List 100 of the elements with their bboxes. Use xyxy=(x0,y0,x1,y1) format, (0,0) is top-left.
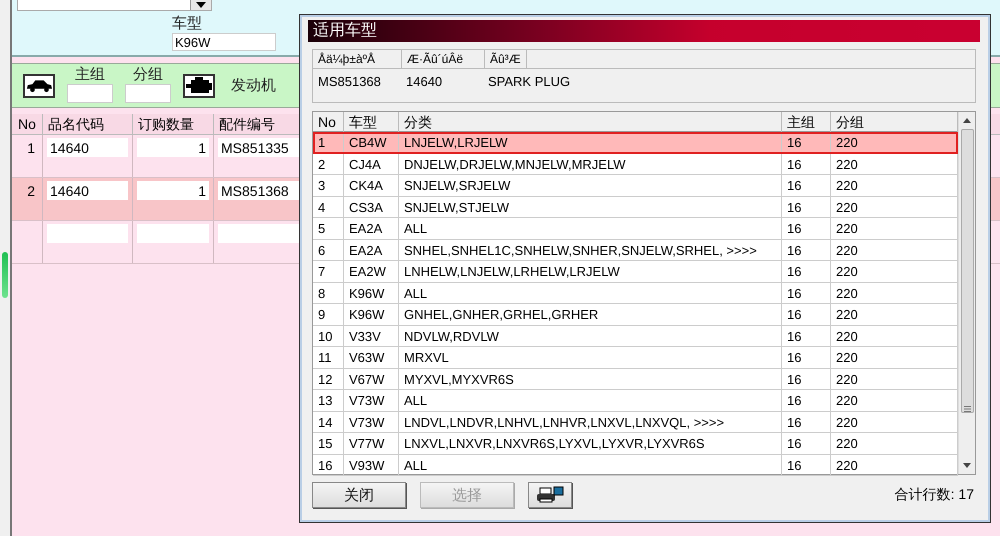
table-cell: 9 xyxy=(313,304,344,324)
table-cell: 16 xyxy=(782,154,831,174)
table-cell: 2 xyxy=(313,154,344,174)
table-cell: 16 xyxy=(782,454,831,475)
model-row[interactable]: 16 V93W ALL 16 220 xyxy=(313,454,958,476)
table-cell: DNJELW,DRJELW,MNJELW,MRJELW xyxy=(399,154,782,174)
model-row[interactable]: 1 CB4W LNJELW,LRJELW 16 220 xyxy=(313,132,958,154)
item-code-field[interactable] xyxy=(47,224,128,243)
model-row[interactable]: 11 V63W MRXVL 16 220 xyxy=(313,347,958,368)
table-cell: 16 xyxy=(782,196,831,217)
sub-group-label: 分组 xyxy=(133,64,163,84)
part-number-field[interactable]: MS851368 xyxy=(218,181,299,200)
table-cell: SNJELW,STJELW xyxy=(399,196,782,217)
model-row[interactable]: 6 EA2A SNHEL,SNHEL1C,SNHELW,SNHER,SNJELW,SRHEL, >>>> 16 220 xyxy=(313,240,958,261)
part-number-field[interactable]: MS851335 xyxy=(218,138,299,157)
table-cell: 13 xyxy=(313,390,344,410)
model-row[interactable]: 12 V67W MYXVL,MYXVR6S 16 220 xyxy=(313,368,958,390)
table-cell: 11 xyxy=(313,347,344,368)
model-row[interactable]: 3 CK4A SNJELW,SRJELW 16 220 xyxy=(313,175,958,196)
vehicle-model-label: 车型 xyxy=(172,14,203,33)
table-cell: 16 xyxy=(782,132,831,152)
table-cell: CS3A xyxy=(344,196,399,217)
row-number: 1 xyxy=(12,135,43,177)
table-cell: K96W xyxy=(344,304,399,324)
engine-icon-button[interactable] xyxy=(183,74,215,98)
dropdown-field[interactable] xyxy=(17,0,212,11)
table-cell: K96W xyxy=(344,282,399,303)
table-cell: 6 xyxy=(313,240,344,260)
column-header: No xyxy=(12,114,43,134)
scroll-up-icon[interactable] xyxy=(963,118,971,123)
table-cell: V77W xyxy=(344,433,399,454)
engine-label: 发动机 xyxy=(231,76,276,95)
model-row[interactable]: 9 K96W GNHEL,GNHER,GRHEL,GRHER 16 220 xyxy=(313,304,958,326)
table-cell: CB4W xyxy=(344,132,399,152)
scroll-down-icon[interactable] xyxy=(963,463,971,468)
model-row[interactable]: 10 V33V NDVLW,RDVLW 16 220 xyxy=(313,326,958,347)
sub-group-field[interactable] xyxy=(125,84,171,102)
main-group-label: 主组 xyxy=(75,64,105,84)
quantity-field[interactable]: 1 xyxy=(137,181,209,200)
item-code-field[interactable]: 14640 xyxy=(47,181,128,200)
quantity-field[interactable] xyxy=(137,224,209,243)
column-header: 品名代码 xyxy=(43,114,133,134)
table-cell: SNHEL,SNHEL1C,SNHELW,SNHER,SNJELW,SRHEL, >>>> xyxy=(399,240,782,260)
print-button[interactable] xyxy=(528,482,572,508)
table-cell: EA2W xyxy=(344,261,399,282)
table-cell: LNDVL,LNDVR,LNHVL,LNHVR,LNXVL,LNXVQL, >>>> xyxy=(399,412,782,432)
table-cell: 8 xyxy=(313,282,344,303)
total-rows-count: 合计行数: 17 xyxy=(894,486,974,504)
model-row[interactable]: 7 EA2W LNHELW,LNJELW,LRHELW,LRJELW 16 220 xyxy=(313,261,958,282)
table-cell: 16 xyxy=(782,282,831,303)
table-cell: 16 xyxy=(313,454,344,475)
dialog-title: 适用车型 xyxy=(313,22,377,39)
table-cell: 16 xyxy=(782,175,831,196)
model-row[interactable]: 5 EA2A ALL 16 220 xyxy=(313,218,958,240)
info-value: 14640 xyxy=(405,74,444,88)
model-row[interactable]: 14 V73W LNDVL,LNDVR,LNHVL,LNHVR,LNXVL,LNXVQL, >>>> 16 220 xyxy=(313,412,958,433)
scrollbar-thumb[interactable] xyxy=(2,252,8,298)
main-group-field[interactable] xyxy=(67,84,113,102)
table-cell: ALL xyxy=(399,282,782,303)
scrollbar-thumb[interactable] xyxy=(960,129,974,413)
table-cell: V33V xyxy=(344,326,399,346)
info-header: Åä¼þ±àºÅ xyxy=(313,50,402,68)
table-cell: V93W xyxy=(344,454,399,475)
row-number: 2 xyxy=(12,178,43,220)
table-cell: V73W xyxy=(344,412,399,432)
printer-icon xyxy=(536,486,564,504)
table-cell: 5 xyxy=(313,218,344,238)
info-header: Ãû³Æ xyxy=(485,50,527,68)
table-cell: V63W xyxy=(344,347,399,368)
info-value: MS851368 xyxy=(317,74,382,88)
table-cell: 16 xyxy=(782,304,831,324)
vehicle-model-field[interactable]: K96W xyxy=(172,33,276,51)
scrollbar[interactable] xyxy=(958,112,975,474)
info-header: Æ·Ãû´úÂë xyxy=(402,50,485,68)
model-row[interactable]: 8 K96W ALL 16 220 xyxy=(313,282,958,304)
dropdown-arrow-icon xyxy=(196,2,206,8)
table-cell: 1 xyxy=(313,132,344,152)
model-row[interactable]: 15 V77W LNXVL,LNXVR,LNXVR6S,LYXVL,LYXVR,LYXVR6S 16 220 xyxy=(313,433,958,454)
table-cell: NDVLW,RDVLW xyxy=(399,326,782,346)
table-cell: EA2A xyxy=(344,218,399,238)
model-row[interactable]: 13 V73W ALL 16 220 xyxy=(313,390,958,412)
part-number-field[interactable] xyxy=(218,224,299,243)
table-cell: 4 xyxy=(313,196,344,217)
table-cell: 16 xyxy=(782,368,831,389)
table-cell: 16 xyxy=(782,218,831,238)
model-row[interactable]: 4 CS3A SNJELW,STJELW 16 220 xyxy=(313,196,958,218)
car-icon-button[interactable] xyxy=(23,74,55,98)
close-button[interactable]: 关闭 xyxy=(312,482,406,508)
column-header: 订购数量 xyxy=(133,114,214,134)
table-cell: GNHEL,GNHER,GRHEL,GRHER xyxy=(399,304,782,324)
table-cell: MRXVL xyxy=(399,347,782,368)
quantity-field[interactable]: 1 xyxy=(137,138,209,157)
table-cell: LNHELW,LNJELW,LRHELW,LRJELW xyxy=(399,261,782,282)
table-cell: LNJELW,LRJELW xyxy=(399,132,782,152)
table-cell: EA2A xyxy=(344,240,399,260)
item-code-field[interactable]: 14640 xyxy=(47,138,128,157)
table-cell: 7 xyxy=(313,261,344,282)
model-row[interactable]: 2 CJ4A DNJELW,DRJELW,MNJELW,MRJELW 16 220 xyxy=(313,154,958,175)
table-cell: 16 xyxy=(782,433,831,454)
table-cell: 3 xyxy=(313,175,344,196)
